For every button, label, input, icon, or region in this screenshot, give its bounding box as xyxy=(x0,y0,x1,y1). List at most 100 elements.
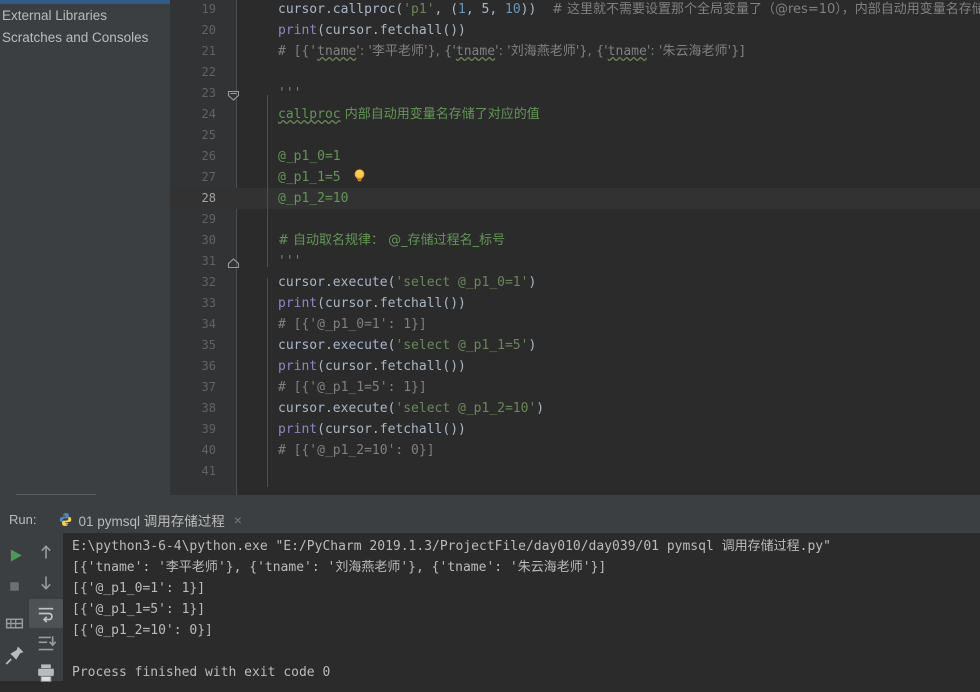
line-number: 32 xyxy=(201,275,216,289)
line-number: 34 xyxy=(201,317,216,331)
stop-button[interactable] xyxy=(0,572,29,601)
line-number: 20 xyxy=(201,23,216,37)
project-item-label: External Libraries xyxy=(2,7,108,23)
console-line: [{'@_p1_0=1': 1}] xyxy=(72,581,206,596)
code-token: ) xyxy=(528,275,537,290)
code-token: (cursor.fetchall()) xyxy=(317,23,466,38)
console-text: '}] xyxy=(582,560,607,575)
code-line: @_p1_0=1 xyxy=(278,146,341,167)
code-line: print(cursor.fetchall()) xyxy=(278,419,466,440)
run-tool-window: Run: 01 pymsql 调用存储过程 × E:\python3-6-4\p… xyxy=(0,506,980,682)
scroll-to-end-button[interactable] xyxy=(29,629,63,658)
run-toolbar-primary xyxy=(0,533,29,681)
code-line: @_p1_2=10 xyxy=(278,188,348,209)
run-toolbar-secondary xyxy=(29,533,63,682)
fold-collapse-icon-bottom[interactable] xyxy=(227,257,240,270)
project-item-external-libraries[interactable]: External Libraries xyxy=(0,4,170,26)
code-token: ''' xyxy=(278,254,302,269)
line-number: 37 xyxy=(201,380,216,394)
code-line: print(cursor.fetchall()) xyxy=(278,20,466,41)
pycharm-window: External Libraries Scratches and Console… xyxy=(0,0,980,682)
code-token: ': '朱云海老师'}] xyxy=(646,44,745,59)
stop-icon xyxy=(10,582,19,591)
code-token: , xyxy=(465,2,482,17)
code-token: 1 xyxy=(458,2,466,17)
python-icon xyxy=(60,513,72,526)
line-number: 40 xyxy=(201,443,216,457)
run-tab-title: 01 pymsql 调用存储过程 xyxy=(78,513,225,529)
code-token: ) xyxy=(528,338,537,353)
print-button[interactable] xyxy=(29,659,63,688)
console-line: [{'tname': '李平老师'}, {'tname': '刘海燕老师'}, … xyxy=(72,557,606,578)
code-token: print xyxy=(278,422,318,437)
indent-guide xyxy=(267,278,268,487)
soft-wrap-button[interactable] xyxy=(29,599,63,628)
code-token: ': '李平老师'}, {' xyxy=(356,44,456,59)
prev-occurrence-button[interactable] xyxy=(29,538,63,567)
rerun-button[interactable] xyxy=(0,541,29,570)
code-token: 10 xyxy=(505,2,521,17)
scroll-to-end-icon xyxy=(38,636,57,651)
code-line: @_p1_1=5 xyxy=(278,167,341,188)
line-number: 19 xyxy=(201,2,216,16)
code-token: print xyxy=(278,359,318,374)
code-line: cursor.execute('select @_p1_1=5') xyxy=(278,335,536,356)
code-token: tname xyxy=(455,44,496,59)
line-number: 23 xyxy=(201,86,216,100)
code-token: # [{'@_p1_2=10': 0}] xyxy=(278,443,435,458)
code-token: # 自动取名规律： @_存储过程名_标号 xyxy=(278,233,506,248)
code-token: tname xyxy=(607,44,647,59)
printer-icon xyxy=(38,664,54,682)
code-line: # [{'@_p1_1=5': 1}] xyxy=(278,377,427,398)
line-number: 31 xyxy=(201,254,216,268)
console-line: [{'@_p1_1=5': 1}] xyxy=(72,602,206,617)
code-line: cursor.callproc('p1', (1, 5, 10)) # 这里就不… xyxy=(278,0,980,20)
soft-wrap-icon xyxy=(38,607,54,623)
code-line: callproc 内部自动用变量名存储了对应的值 xyxy=(278,104,540,125)
code-token: 'select @_p1_0=1' xyxy=(395,275,529,290)
code-token: tname xyxy=(317,44,357,59)
project-item-scratches-and-consoles[interactable]: Scratches and Consoles xyxy=(0,26,170,48)
pin-icon xyxy=(5,646,24,665)
console-line: E:\python3-6-4\python.exe "E:/PyCharm 20… xyxy=(72,536,831,557)
line-number: 26 xyxy=(201,149,216,163)
code-token: @_p1_2=10 xyxy=(278,191,349,206)
code-token: # [{'@_p1_1=5': 1}] xyxy=(278,380,427,395)
project-item-label: Scratches and Consoles xyxy=(2,29,149,45)
close-icon[interactable]: × xyxy=(234,513,242,527)
line-number: 28 xyxy=(201,191,216,205)
code-token: 'select @_p1_2=10' xyxy=(395,401,537,416)
line-number: 27 xyxy=(201,170,216,184)
code-token: (cursor.fetchall()) xyxy=(317,296,466,311)
pin-tab-button[interactable] xyxy=(0,641,29,670)
code-token: @_p1_1=5 xyxy=(278,170,341,185)
code-token: cursor.execute( xyxy=(278,275,396,290)
intention-bulb-icon[interactable] xyxy=(352,168,367,183)
line-number: 30 xyxy=(201,233,216,247)
code-line: # [{'@_p1_2=10': 0}] xyxy=(278,440,435,461)
code-token: , xyxy=(489,2,505,17)
line-number: 29 xyxy=(201,212,216,226)
code-token: , ( xyxy=(434,2,459,17)
code-line: cursor.execute('select @_p1_0=1') xyxy=(278,272,536,293)
code-token: 'p1' xyxy=(403,2,435,17)
code-editor[interactable]: 19 20 21 22 23 24 25 26 27 28 29 30 31 32 33 34 35 36 37 38… xyxy=(170,0,980,495)
print-output-button[interactable] xyxy=(0,609,29,638)
code-line: ''' xyxy=(278,251,301,272)
console-text: '}, {'tname': ' xyxy=(217,560,336,575)
fold-collapse-icon-top[interactable] xyxy=(227,89,240,102)
run-tab[interactable]: 01 pymsql 调用存储过程 × xyxy=(56,506,245,533)
console-text: 刘海燕老师 xyxy=(335,560,401,575)
line-number: 22 xyxy=(201,65,216,79)
console-text: 朱云海老师 xyxy=(517,560,583,575)
code-token: callproc xyxy=(278,107,341,122)
console-text: [{'tname': ' xyxy=(72,560,166,575)
next-occurrence-button[interactable] xyxy=(29,568,63,597)
editor-run-splitter[interactable] xyxy=(0,495,980,506)
code-token: 'select @_p1_1=5' xyxy=(395,338,529,353)
run-console-output[interactable]: E:\python3-6-4\python.exe "E:/PyCharm 20… xyxy=(63,533,980,681)
code-line: cursor.execute('select @_p1_2=10') xyxy=(278,398,544,419)
line-number: 39 xyxy=(201,422,216,436)
code-token: cursor.execute( xyxy=(278,338,396,353)
project-tool-window: External Libraries Scratches and Console… xyxy=(0,0,170,495)
